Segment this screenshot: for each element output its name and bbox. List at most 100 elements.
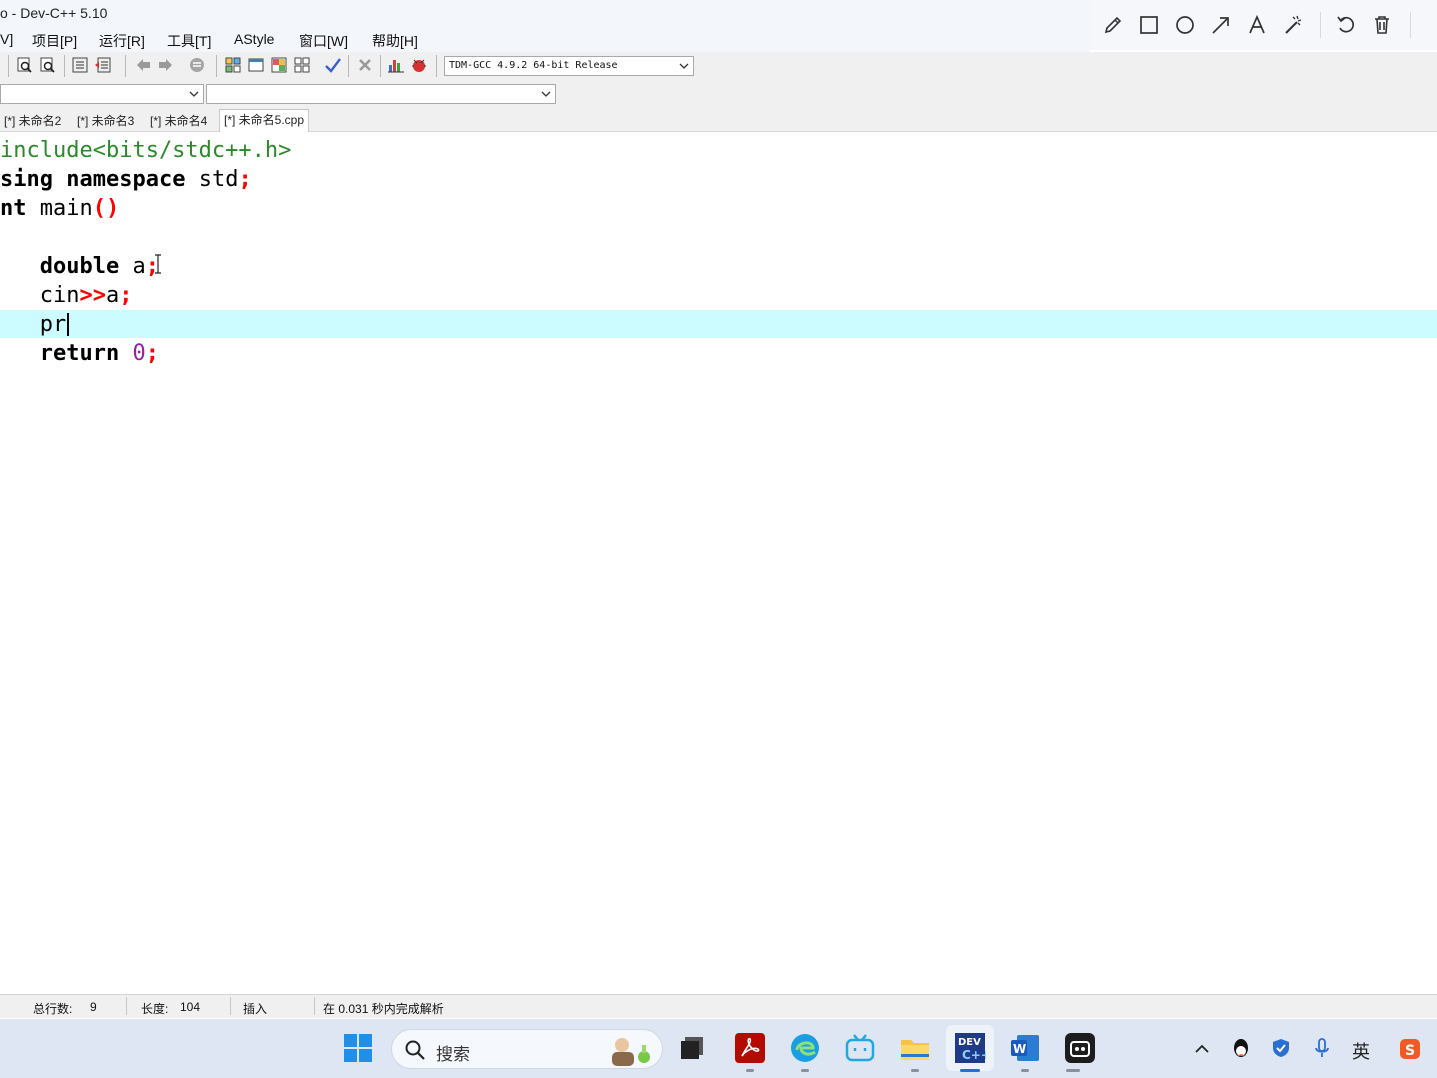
search-placeholder: 搜索 bbox=[436, 1045, 470, 1065]
check-icon[interactable] bbox=[324, 56, 342, 74]
chevron-down-icon bbox=[189, 91, 199, 97]
new-project-icon[interactable] bbox=[224, 56, 242, 74]
back-icon[interactable] bbox=[134, 56, 152, 74]
find-icon[interactable] bbox=[16, 56, 34, 74]
rectangle-icon[interactable] bbox=[1138, 14, 1160, 36]
tab-untitled4[interactable]: [*] 未命名4 bbox=[146, 112, 211, 131]
running-indicator bbox=[746, 1069, 754, 1072]
code-token: include<bits/stdc++.h> bbox=[0, 138, 292, 163]
menu-window[interactable]: 窗口[W] bbox=[299, 31, 348, 51]
code-line[interactable]: nt main() bbox=[0, 194, 119, 223]
search-icon bbox=[405, 1040, 425, 1060]
annot-separator bbox=[1320, 12, 1321, 38]
layout-icon[interactable] bbox=[270, 56, 288, 74]
class-select[interactable] bbox=[0, 84, 204, 104]
replace-icon[interactable] bbox=[39, 56, 57, 74]
unindent-icon[interactable] bbox=[94, 56, 112, 74]
tab-untitled5-cpp[interactable]: [*] 未命名5.cpp bbox=[219, 109, 310, 132]
code-token: std bbox=[185, 167, 239, 192]
status-bar: 总行数: 9 长度: 104 插入 在 0.031 秒内完成解析 bbox=[0, 994, 1437, 1018]
menu-run[interactable]: 运行[R] bbox=[99, 31, 145, 51]
trash-icon[interactable] bbox=[1371, 14, 1393, 36]
current-line-highlight bbox=[0, 310, 1437, 338]
chevron-down-icon bbox=[679, 63, 689, 69]
indent-icon[interactable] bbox=[71, 56, 89, 74]
task-view-icon[interactable] bbox=[677, 1032, 709, 1064]
code-line[interactable]: pr bbox=[0, 310, 67, 339]
code-token: () bbox=[92, 196, 120, 221]
code-line[interactable]: include<bits/stdc++.h> bbox=[0, 136, 291, 165]
arrow-icon[interactable] bbox=[1210, 14, 1232, 36]
menu-view[interactable]: V] bbox=[0, 31, 13, 47]
taskbar bbox=[0, 1019, 1437, 1078]
toolbar-separator bbox=[216, 55, 217, 77]
close-icon[interactable] bbox=[356, 56, 374, 74]
forward-icon[interactable] bbox=[157, 56, 175, 74]
code-line[interactable]: cin>>a; bbox=[0, 281, 133, 310]
running-indicator bbox=[1021, 1069, 1029, 1072]
text-caret bbox=[67, 313, 69, 336]
ime-indicator[interactable]: 英 bbox=[1352, 1038, 1370, 1064]
windows-start-icon[interactable] bbox=[342, 1032, 374, 1064]
svg-text:S: S bbox=[1405, 1043, 1415, 1059]
status-separator bbox=[126, 997, 127, 1015]
menu-bar: V] 项目[P] 运行[R] 工具[T] AStyle 窗口[W] 帮助[H] bbox=[0, 28, 1090, 52]
code-editor[interactable] bbox=[0, 132, 1437, 988]
code-line[interactable]: sing namespace std; bbox=[0, 165, 252, 194]
text-icon[interactable] bbox=[1246, 14, 1268, 36]
toolbar-separator bbox=[64, 55, 65, 77]
toolbar-separator bbox=[8, 55, 9, 77]
toolbar bbox=[0, 52, 1437, 80]
compiler-select-value: TDM-GCC 4.9.2 64-bit Release bbox=[449, 60, 618, 71]
code-line[interactable]: double a; bbox=[0, 252, 159, 281]
pencil-icon[interactable] bbox=[1102, 14, 1124, 36]
status-separator bbox=[230, 997, 231, 1015]
qq-icon[interactable] bbox=[1230, 1036, 1252, 1060]
taskbar-search[interactable]: 搜索 bbox=[391, 1029, 663, 1069]
grid-icon[interactable] bbox=[293, 56, 311, 74]
toolbar-separator bbox=[348, 55, 349, 77]
chevron-up-icon[interactable] bbox=[1194, 1041, 1210, 1057]
code-line[interactable]: return 0; bbox=[0, 339, 159, 368]
undo-icon[interactable] bbox=[1335, 14, 1357, 36]
bilibili-icon[interactable] bbox=[844, 1032, 876, 1064]
word-icon[interactable]: W bbox=[1009, 1032, 1041, 1064]
debug-icon[interactable] bbox=[410, 56, 428, 74]
circle-icon[interactable] bbox=[1174, 14, 1196, 36]
total-lines-value: 9 bbox=[90, 1000, 97, 1014]
code-token: return bbox=[39, 341, 120, 366]
annotation-toolbar bbox=[1090, 0, 1437, 50]
chart-icon[interactable] bbox=[387, 56, 405, 74]
dev-cpp-icon[interactable]: DEVC++ bbox=[954, 1032, 986, 1064]
code-token: a bbox=[105, 283, 120, 308]
window-title: o - Dev-C++ 5.10 bbox=[0, 5, 108, 21]
acrobat-icon[interactable] bbox=[734, 1032, 766, 1064]
menu-help[interactable]: 帮助[H] bbox=[372, 31, 418, 51]
screen-recorder-icon[interactable] bbox=[1064, 1032, 1096, 1064]
compiler-select[interactable]: TDM-GCC 4.9.2 64-bit Release bbox=[444, 56, 694, 76]
code-token: pr bbox=[0, 312, 67, 337]
toolbar-separator bbox=[436, 55, 437, 77]
security-shield-icon[interactable] bbox=[1270, 1037, 1292, 1059]
bookmark-icon[interactable] bbox=[188, 56, 206, 74]
function-select[interactable] bbox=[206, 84, 556, 104]
menu-project[interactable]: 项目[P] bbox=[32, 31, 77, 51]
microphone-icon[interactable] bbox=[1312, 1037, 1332, 1059]
code-token: ; bbox=[145, 341, 159, 366]
menu-tools[interactable]: 工具[T] bbox=[167, 31, 211, 51]
svg-text:DEV: DEV bbox=[958, 1037, 981, 1048]
chevron-down-icon bbox=[541, 91, 551, 97]
window-icon[interactable] bbox=[247, 56, 265, 74]
sogou-input-icon[interactable]: S bbox=[1398, 1037, 1422, 1061]
length-value: 104 bbox=[180, 1000, 201, 1014]
file-explorer-icon[interactable] bbox=[899, 1032, 931, 1064]
tab-untitled3[interactable]: [*] 未命名3 bbox=[73, 112, 138, 131]
menu-astyle[interactable]: AStyle bbox=[234, 31, 274, 47]
tab-untitled2[interactable]: [*] 未命名2 bbox=[0, 112, 65, 131]
magic-wand-icon[interactable] bbox=[1282, 14, 1304, 36]
svg-text:W: W bbox=[1013, 1042, 1026, 1056]
running-indicator bbox=[801, 1069, 809, 1072]
edge-icon[interactable] bbox=[789, 1032, 821, 1064]
active-indicator bbox=[960, 1069, 980, 1072]
